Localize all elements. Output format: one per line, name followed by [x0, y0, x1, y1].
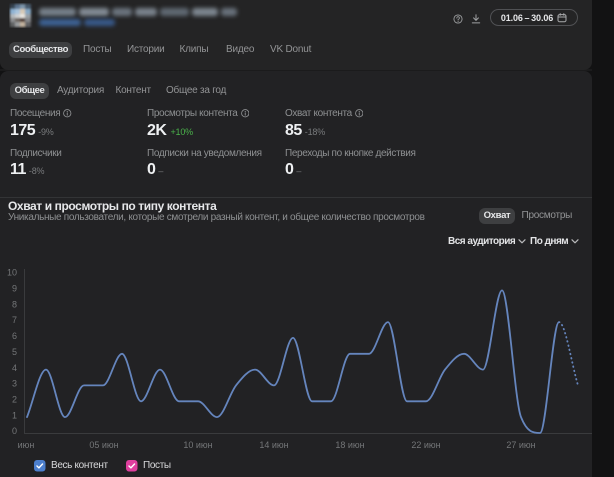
svg-text:05 июн: 05 июн: [89, 440, 118, 450]
svg-text:1: 1: [12, 410, 17, 420]
svg-text:5: 5: [12, 346, 17, 356]
svg-text:10 июн: 10 июн: [183, 440, 212, 450]
svg-text:июн: июн: [18, 440, 35, 450]
svg-text:18 июн: 18 июн: [335, 440, 364, 450]
svg-text:14 июн: 14 июн: [259, 440, 288, 450]
svg-text:3: 3: [12, 378, 17, 388]
svg-text:7: 7: [12, 315, 17, 325]
svg-text:2: 2: [12, 394, 17, 404]
svg-text:6: 6: [12, 331, 17, 341]
svg-text:9: 9: [12, 283, 17, 293]
svg-text:8: 8: [12, 299, 17, 309]
svg-text:4: 4: [12, 362, 17, 372]
svg-text:27 июн: 27 июн: [506, 440, 535, 450]
svg-text:22 июн: 22 июн: [411, 440, 440, 450]
svg-text:0: 0: [12, 426, 17, 436]
svg-text:10: 10: [7, 267, 17, 277]
